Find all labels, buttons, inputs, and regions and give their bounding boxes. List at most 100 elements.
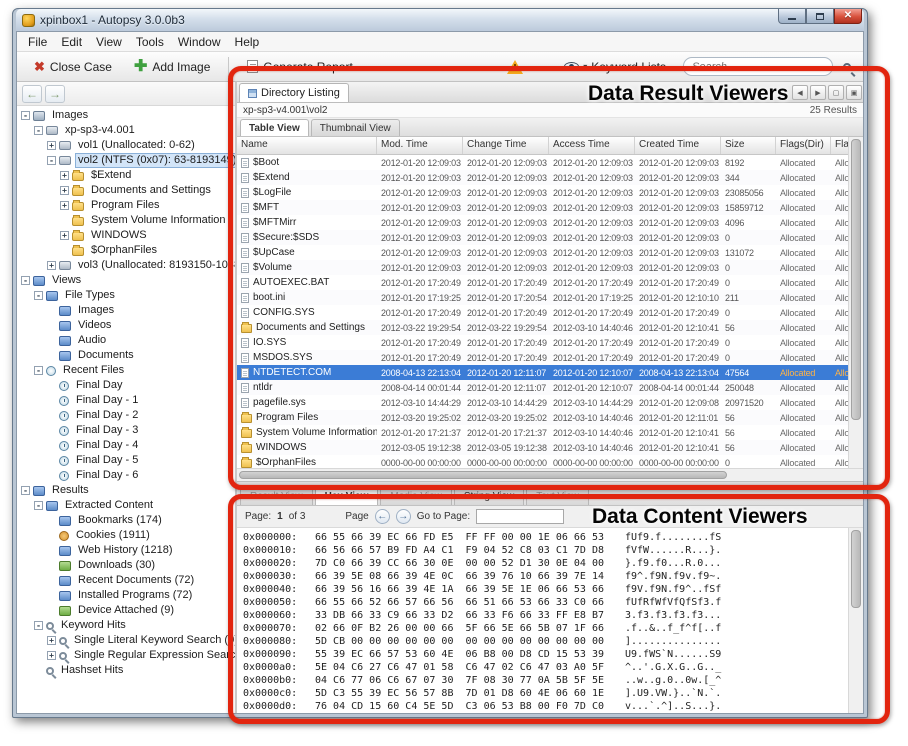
- table-row[interactable]: boot.ini 2012-01-20 17:19:25 2012-01-20 …: [237, 290, 848, 305]
- tree-item[interactable]: - Extracted Content: [17, 498, 235, 513]
- expander-icon[interactable]: -: [34, 621, 43, 630]
- tree-item[interactable]: Final Day - 5: [17, 453, 235, 468]
- table-row[interactable]: $OrphanFiles 0000-00-00 00:00:00 0000-00…: [237, 455, 848, 468]
- column-header[interactable]: Name: [237, 137, 377, 154]
- expander-icon[interactable]: +: [60, 186, 69, 195]
- tree-item[interactable]: Final Day - 2: [17, 408, 235, 423]
- add-image-button[interactable]: Add Image: [125, 55, 219, 79]
- expander-icon[interactable]: [60, 246, 69, 255]
- tree-item[interactable]: + Program Files: [17, 198, 235, 213]
- tree-item[interactable]: - vol2 (NTFS (0x07): 63-8193149): [17, 153, 235, 168]
- previous-page-button[interactable]: [375, 509, 390, 524]
- table-row[interactable]: Documents and Settings 2012-03-22 19:29:…: [237, 320, 848, 335]
- table-row[interactable]: WINDOWS 2012-03-05 19:12:38 2012-03-05 1…: [237, 440, 848, 455]
- expander-icon[interactable]: [47, 306, 56, 315]
- expander-icon[interactable]: -: [34, 291, 43, 300]
- tree-item[interactable]: $OrphanFiles: [17, 243, 235, 258]
- expander-icon[interactable]: [47, 411, 56, 420]
- expander-icon[interactable]: [34, 666, 43, 675]
- expander-icon[interactable]: [47, 321, 56, 330]
- expander-icon[interactable]: [47, 471, 56, 480]
- menu-item[interactable]: Tools: [129, 33, 171, 51]
- forward-arrow-button[interactable]: [45, 85, 65, 103]
- expander-icon[interactable]: +: [47, 651, 56, 660]
- content-viewer-tab[interactable]: String View: [454, 487, 524, 505]
- expander-icon[interactable]: [47, 441, 56, 450]
- table-row[interactable]: $MFT 2012-01-20 12:09:03 2012-01-20 12:0…: [237, 200, 848, 215]
- minimize-panel-button[interactable]: ▢: [828, 85, 844, 100]
- maximize-panel-button[interactable]: ▣: [846, 85, 862, 100]
- expander-icon[interactable]: +: [47, 636, 56, 645]
- generate-report-button[interactable]: Generate Report: [238, 56, 361, 78]
- expander-icon[interactable]: [60, 216, 69, 225]
- directory-listing-tab[interactable]: Directory Listing: [239, 83, 349, 102]
- column-header[interactable]: Flags(Dir): [776, 137, 831, 154]
- hex-vertical-scrollbar[interactable]: [848, 528, 863, 713]
- tree-item[interactable]: Videos: [17, 318, 235, 333]
- tree-item[interactable]: Downloads (30): [17, 558, 235, 573]
- search-icon[interactable]: [843, 63, 851, 71]
- expander-icon[interactable]: [47, 561, 56, 570]
- tree-item[interactable]: - Images: [17, 108, 235, 123]
- content-viewer-tab[interactable]: Result View: [240, 487, 313, 505]
- menu-item[interactable]: Window: [171, 33, 228, 51]
- expander-icon[interactable]: [47, 336, 56, 345]
- table-row[interactable]: IO.SYS 2012-01-20 17:20:49 2012-01-20 17…: [237, 335, 848, 350]
- close-button[interactable]: ✕: [834, 9, 862, 24]
- tree-item[interactable]: Documents: [17, 348, 235, 363]
- keyword-lists-button[interactable]: Keyword Lists: [557, 56, 673, 78]
- scrollbar-thumb[interactable]: [851, 139, 861, 420]
- search-input[interactable]: [683, 57, 833, 76]
- expander-icon[interactable]: [47, 591, 56, 600]
- tree-item[interactable]: System Volume Information: [17, 213, 235, 228]
- maximize-button[interactable]: [806, 9, 834, 24]
- scroll-tabs-right-button[interactable]: ▶: [810, 85, 826, 100]
- goto-page-input[interactable]: [476, 509, 564, 524]
- vertical-scrollbar[interactable]: [848, 137, 863, 468]
- titlebar[interactable]: xpinbox1 - Autopsy 3.0.0b3 ✕: [16, 9, 864, 31]
- menu-item[interactable]: Help: [228, 33, 267, 51]
- warning-icon[interactable]: [507, 60, 523, 74]
- table-row[interactable]: $Volume 2012-01-20 12:09:03 2012-01-20 1…: [237, 260, 848, 275]
- column-header[interactable]: Mod. Time: [377, 137, 463, 154]
- expander-icon[interactable]: +: [47, 141, 56, 150]
- content-viewer-tab[interactable]: Media View: [380, 487, 452, 505]
- tree-item[interactable]: Final Day - 6: [17, 468, 235, 483]
- scrollbar-thumb[interactable]: [239, 471, 727, 479]
- view-tab[interactable]: Thumbnail View: [311, 119, 400, 136]
- expander-icon[interactable]: [47, 351, 56, 360]
- tree-item[interactable]: Final Day: [17, 378, 235, 393]
- expander-icon[interactable]: [47, 546, 56, 555]
- table-row[interactable]: CONFIG.SYS 2012-01-20 17:20:49 2012-01-2…: [237, 305, 848, 320]
- expander-icon[interactable]: [47, 456, 56, 465]
- menu-item[interactable]: Edit: [54, 33, 89, 51]
- tree-item[interactable]: - File Types: [17, 288, 235, 303]
- tree-item[interactable]: Final Day - 3: [17, 423, 235, 438]
- expander-icon[interactable]: [47, 396, 56, 405]
- table-row[interactable]: ntldr 2008-04-14 00:01:44 2012-01-20 12:…: [237, 380, 848, 395]
- table-row[interactable]: MSDOS.SYS 2012-01-20 17:20:49 2012-01-20…: [237, 350, 848, 365]
- menu-item[interactable]: File: [21, 33, 54, 51]
- horizontal-scrollbar[interactable]: [237, 468, 863, 481]
- tree-item[interactable]: + vol3 (Unallocated: 8193150-10485215): [17, 258, 235, 273]
- menu-item[interactable]: View: [89, 33, 129, 51]
- expander-icon[interactable]: +: [60, 201, 69, 210]
- table-row[interactable]: pagefile.sys 2012-03-10 14:44:29 2012-03…: [237, 395, 848, 410]
- expander-icon[interactable]: +: [47, 261, 56, 270]
- table-row[interactable]: $Secure:$SDS 2012-01-20 12:09:03 2012-01…: [237, 230, 848, 245]
- table-row[interactable]: AUTOEXEC.BAT 2012-01-20 17:20:49 2012-01…: [237, 275, 848, 290]
- tree-item[interactable]: + Single Literal Keyword Search (0): [17, 633, 235, 648]
- tree-item[interactable]: - Views: [17, 273, 235, 288]
- expander-icon[interactable]: [47, 531, 56, 540]
- back-arrow-button[interactable]: [22, 85, 42, 103]
- expander-icon[interactable]: -: [47, 156, 56, 165]
- next-page-button[interactable]: [396, 509, 411, 524]
- table-row[interactable]: Program Files 2012-03-20 19:25:02 2012-0…: [237, 410, 848, 425]
- tree-item[interactable]: + vol1 (Unallocated: 0-62): [17, 138, 235, 153]
- tree-item[interactable]: + Single Regular Expression Search (0): [17, 648, 235, 663]
- scrollbar-thumb[interactable]: [851, 530, 861, 608]
- tree-item[interactable]: Recent Documents (72): [17, 573, 235, 588]
- table-row[interactable]: $MFTMirr 2012-01-20 12:09:03 2012-01-20 …: [237, 215, 848, 230]
- table-row[interactable]: System Volume Information 2012-01-20 17:…: [237, 425, 848, 440]
- minimize-button[interactable]: [778, 9, 806, 24]
